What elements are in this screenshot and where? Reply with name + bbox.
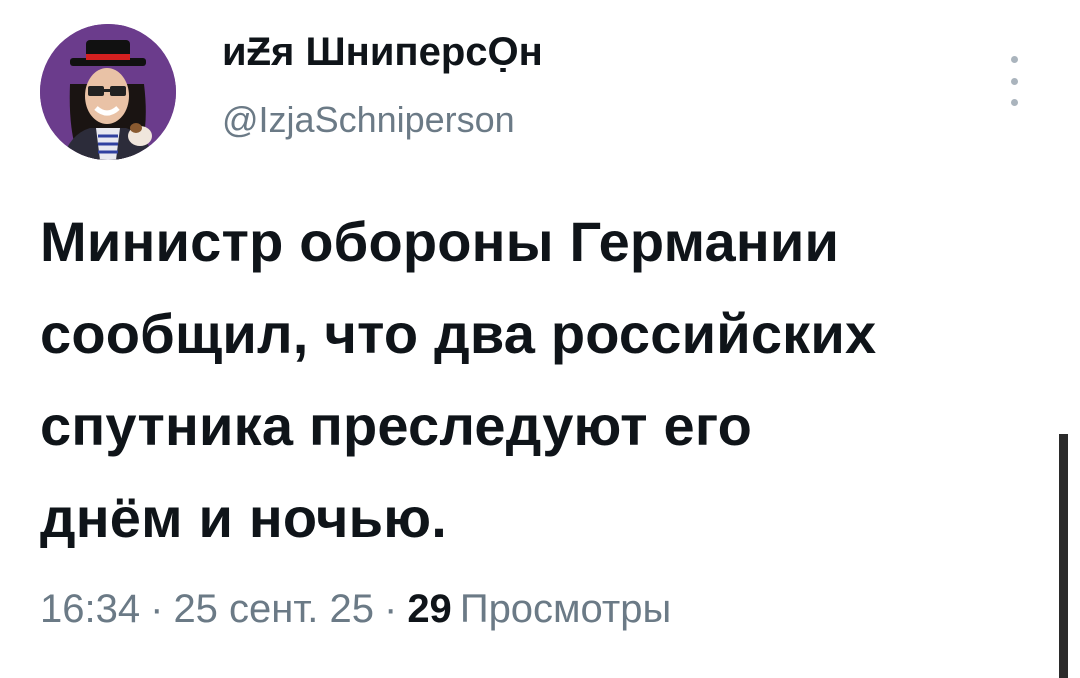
more-vertical-icon-dot [1010, 77, 1018, 85]
tweet-card: иƵя ШниперсỌн @IzjaSchniperson Министр о… [0, 0, 1080, 678]
tweet-text-line: сообщил, что два российских [40, 302, 877, 365]
tweet-text-line: спутника преследуют его [40, 394, 753, 457]
more-vertical-icon-dot [1010, 99, 1018, 106]
views-label[interactable]: Просмотры [460, 587, 671, 631]
tweet-text-line: днём и ночью. [40, 486, 448, 549]
avatar[interactable] [40, 24, 176, 160]
tweet-meta: 16:34 · 25 сент. 25 · 29 Просмотры [40, 584, 671, 634]
more-options-button[interactable] [1000, 56, 1028, 106]
scrollbar[interactable] [1059, 434, 1068, 678]
avatar-image [40, 24, 176, 160]
display-name[interactable]: иƵя ШниперсỌн [222, 28, 543, 76]
tweet-date[interactable]: 25 сент. 25 [173, 587, 374, 631]
meta-separator: · [383, 587, 398, 631]
tweet-text-line: Министр обороны Германии [40, 210, 840, 273]
user-handle[interactable]: @IzjaSchniperson [222, 98, 515, 142]
tweet-time[interactable]: 16:34 [40, 587, 140, 631]
tweet-text: Министр обороны Германии сообщил, что дв… [40, 196, 1040, 564]
more-vertical-icon [1010, 56, 1018, 63]
views-count[interactable]: 29 [407, 587, 460, 631]
meta-separator: · [150, 587, 164, 631]
